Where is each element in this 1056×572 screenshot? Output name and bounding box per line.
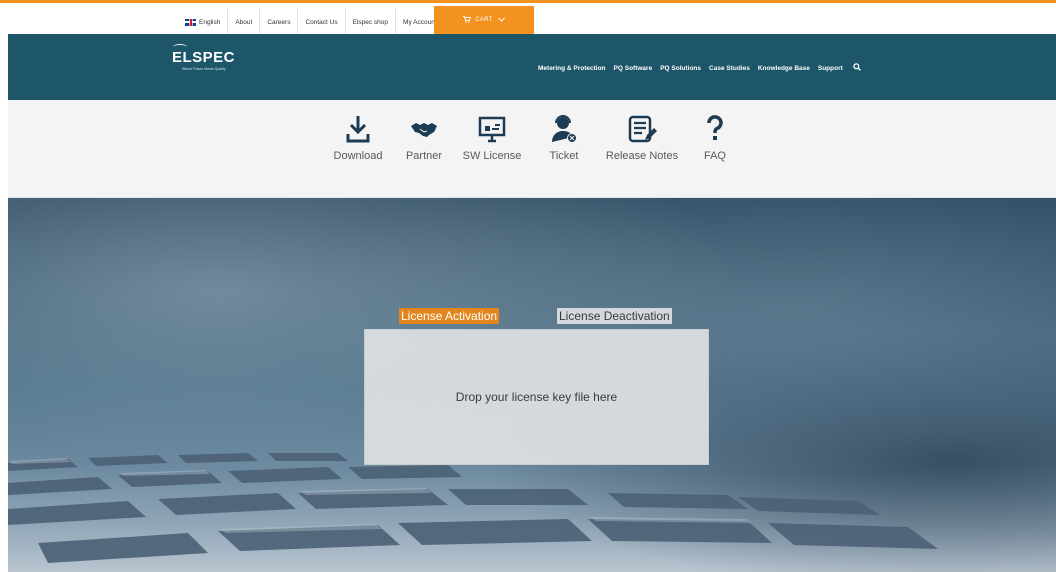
cart-icon (463, 15, 472, 25)
top-link-about[interactable]: About (228, 9, 261, 35)
logo-text: ELSPEC (172, 49, 236, 66)
nav-knowledge-base[interactable]: Knowledge Base (758, 65, 810, 72)
shortcut-label-partner: Partner (405, 150, 443, 162)
top-link-contact-us[interactable]: Contact Us (298, 9, 346, 35)
download-icon (346, 116, 370, 143)
notes-edit-icon (628, 115, 657, 143)
keyboard-image (8, 453, 938, 563)
top-link-careers[interactable]: Careers (260, 9, 299, 35)
nav-metering-protection[interactable]: Metering & Protection (538, 65, 606, 72)
shortcut-download[interactable]: Download (330, 114, 386, 162)
shortcut-ticket[interactable]: Ticket (544, 114, 584, 162)
question-icon (707, 115, 723, 140)
cart-label: CART (475, 17, 493, 23)
shortcut-label-ticket: Ticket (549, 150, 579, 162)
shortcut-strip: Download Partner SW License Ticket Relea… (8, 100, 1056, 198)
top-links: English About Careers Contact Us Elspec … (177, 9, 444, 35)
search-icon[interactable] (853, 63, 861, 73)
nav-support[interactable]: Support (818, 65, 843, 72)
cart-button[interactable]: CART (434, 6, 534, 34)
shortcut-release-notes[interactable]: Release Notes (602, 114, 682, 162)
monitor-license-icon (478, 116, 506, 143)
shortcut-label-release-notes: Release Notes (605, 150, 679, 162)
shortcut-label-sw-license: SW License (462, 150, 522, 162)
shortcut-faq[interactable]: FAQ (700, 114, 730, 162)
nav-case-studies[interactable]: Case Studies (709, 65, 750, 72)
shortcut-label-download: Download (333, 150, 383, 162)
nav-pq-solutions[interactable]: PQ Solutions (660, 65, 701, 72)
chevron-down-icon (497, 17, 505, 24)
license-drop-zone[interactable]: Drop your license key file here (364, 329, 709, 465)
language-selector[interactable]: English (177, 9, 229, 35)
drop-zone-text: Drop your license key file here (455, 390, 618, 404)
main-header: ELSPEC Where Power Meets Quality Meterin… (8, 34, 1056, 100)
uk-flag-icon (185, 18, 196, 26)
shortcut-partner[interactable]: Partner (402, 114, 446, 162)
logo-tagline: Where Power Meets Quality (182, 67, 226, 71)
tab-license-deactivation[interactable]: License Deactivation (557, 308, 672, 324)
tab-license-activation[interactable]: License Activation (399, 308, 500, 324)
main-nav: Metering & Protection PQ Software PQ Sol… (538, 63, 861, 73)
shortcut-label-faq: FAQ (703, 150, 726, 162)
support-agent-icon (552, 115, 577, 143)
hero-background: License Activation License Deactivation … (8, 198, 1056, 572)
top-link-elspec-shop[interactable]: Elspec shop (346, 9, 397, 35)
handshake-icon (411, 123, 437, 137)
logo-swoosh-icon (173, 44, 187, 50)
language-label: English (199, 18, 221, 26)
shortcut-sw-license[interactable]: SW License (460, 114, 524, 162)
elspec-logo[interactable]: ELSPEC Where Power Meets Quality (172, 44, 236, 71)
nav-pq-software[interactable]: PQ Software (614, 65, 653, 72)
